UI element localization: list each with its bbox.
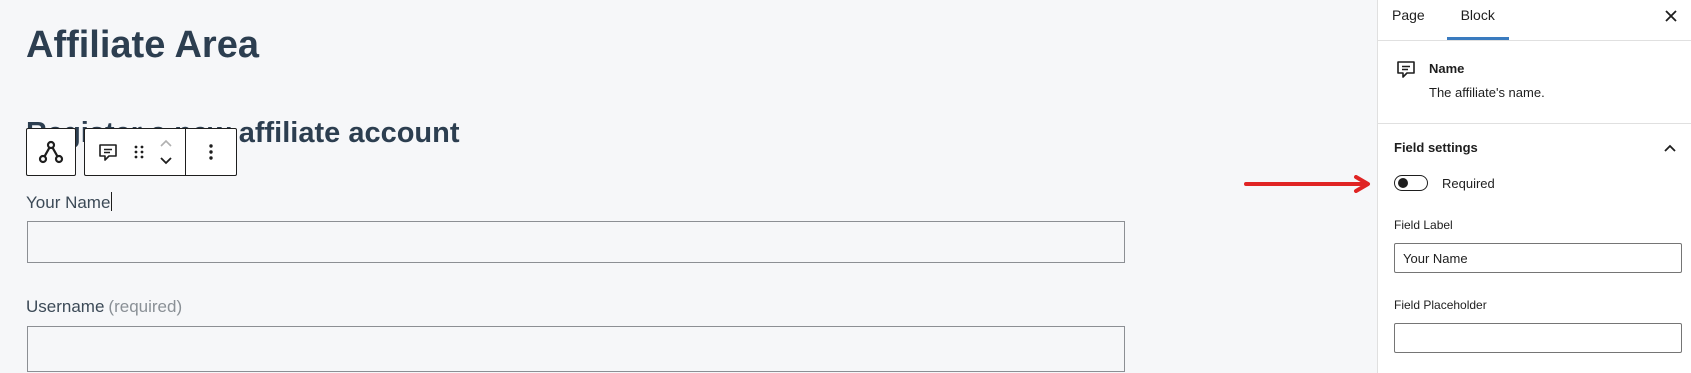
settings-sidebar: Page Block Name The affiliate's name. Fi… (1377, 0, 1691, 373)
editor-canvas: Affiliate Area Register a new affiliate … (0, 0, 1377, 373)
chevron-down-icon[interactable] (159, 152, 173, 168)
field-placeholder-input[interactable] (1394, 323, 1682, 353)
comment-form-icon (1395, 58, 1417, 85)
toggle-knob (1398, 178, 1408, 188)
required-toggle[interactable] (1394, 175, 1428, 191)
block-type-segment (85, 129, 185, 175)
block-controls-group (84, 128, 237, 176)
field-settings-panel-toggle[interactable]: Field settings (1378, 124, 1691, 168)
panel-title: Field settings (1394, 140, 1478, 155)
name-field-label[interactable]: Your Name (26, 192, 113, 213)
required-toggle-label: Required (1442, 175, 1495, 191)
field-label-input[interactable] (1394, 243, 1682, 273)
tab-block[interactable]: Block (1446, 0, 1509, 40)
name-input-preview (27, 221, 1125, 263)
text-cursor (111, 192, 113, 211)
annotation-arrow-icon (1244, 175, 1374, 198)
block-card-description: The affiliate's name. (1429, 85, 1545, 100)
more-vertical-icon[interactable] (208, 143, 214, 161)
username-input-preview (27, 326, 1125, 372)
field-placeholder-title: Field Placeholder (1394, 298, 1487, 312)
username-field-label[interactable]: Username (required) (26, 297, 182, 317)
block-card-title: Name (1429, 61, 1465, 76)
field-label-title: Field Label (1394, 218, 1453, 232)
required-toggle-row: Required (1394, 175, 1495, 191)
tab-page[interactable]: Page (1378, 0, 1439, 35)
comment-form-icon[interactable] (97, 141, 119, 163)
block-mover (159, 136, 173, 168)
sidebar-tabs: Page Block (1378, 0, 1691, 41)
page-title[interactable]: Affiliate Area (26, 24, 259, 67)
options-segment (185, 129, 236, 175)
select-parent-block-button[interactable] (26, 128, 76, 176)
close-icon[interactable] (1661, 6, 1681, 26)
block-card: Name The affiliate's name. (1378, 41, 1691, 124)
block-toolbar (26, 128, 237, 176)
chevron-up-icon (1663, 140, 1677, 158)
affiliatewp-logo-icon (38, 139, 64, 165)
drag-handle-icon[interactable] (133, 143, 145, 161)
required-indicator: (required) (108, 297, 183, 316)
chevron-up-icon[interactable] (159, 136, 173, 152)
